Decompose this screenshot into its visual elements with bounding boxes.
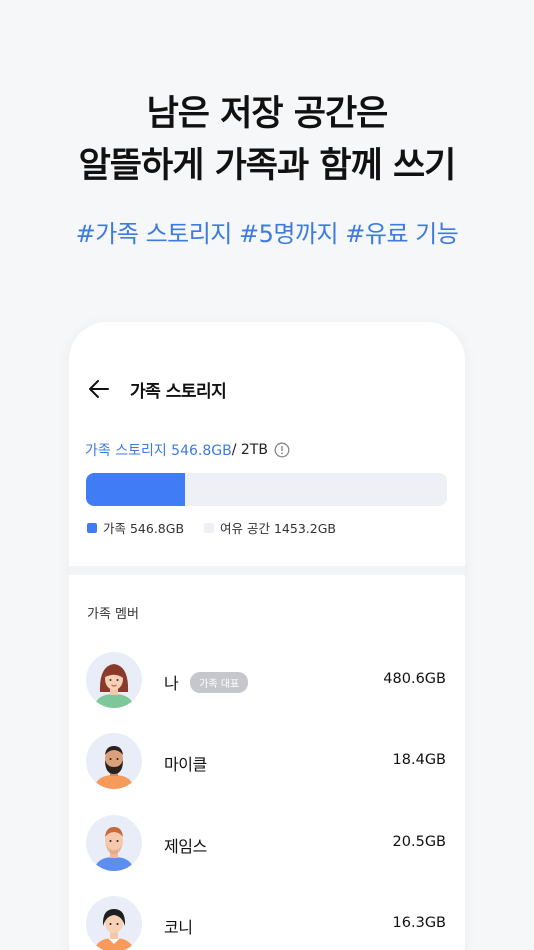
- girl-avatar-icon: [86, 896, 142, 950]
- storage-usage: 가족 스토리지 546.8GB / 2TB: [85, 440, 290, 460]
- member-row-michael[interactable]: 마이클 18.4GB: [69, 733, 465, 793]
- storage-total-label: / 2TB: [231, 442, 268, 458]
- legend-item-family: 가족 546.8GB: [87, 518, 184, 537]
- member-name-row: 코니: [164, 914, 193, 938]
- bearded-man-avatar-icon: [86, 733, 142, 789]
- member-row-me[interactable]: 나 가족 대표 480.6GB: [69, 652, 465, 712]
- member-usage: 18.4GB: [392, 752, 446, 768]
- member-name: 나: [164, 674, 179, 693]
- member-usage: 16.3GB: [392, 915, 446, 931]
- member-name: 마이클: [164, 755, 207, 774]
- storage-used-label: 가족 스토리지 546.8GB: [85, 443, 232, 459]
- phone-screen: 가족 스토리지 가족 스토리지 546.8GB / 2TB 가족 546.8GB…: [69, 322, 465, 950]
- member-row-james[interactable]: 제임스 20.5GB: [69, 815, 465, 875]
- promo-headline: 남은 저장 공간은 알뜰하게 가족과 함께 쓰기: [0, 88, 534, 192]
- member-usage: 20.5GB: [392, 834, 446, 850]
- woman-avatar-icon: [86, 652, 142, 708]
- family-owner-badge: 가족 대표: [190, 671, 249, 693]
- member-name: 코니: [164, 918, 193, 937]
- member-name: 제임스: [164, 837, 207, 856]
- storage-progress-bar: [86, 473, 447, 506]
- man-avatar-icon: [86, 815, 142, 871]
- members-section-label: 가족 멤버: [87, 607, 139, 622]
- member-name-row: 나 가족 대표: [164, 670, 249, 694]
- member-row-connie[interactable]: 코니 16.3GB: [69, 896, 465, 950]
- storage-legend: 가족 546.8GB 여유 공간 1453.2GB: [87, 518, 356, 537]
- legend-swatch-family: [87, 522, 97, 533]
- member-usage: 480.6GB: [383, 671, 446, 687]
- headline-line-1: 남은 저장 공간은: [146, 94, 389, 134]
- legend-label-family: 가족 546.8GB: [103, 521, 185, 536]
- storage-progress-fill: [86, 473, 185, 506]
- legend-label-free: 여유 공간 1453.2GB: [220, 521, 336, 536]
- section-divider: [69, 566, 465, 575]
- arrow-left-icon[interactable]: [87, 377, 111, 401]
- page-title: 가족 스토리지: [130, 382, 227, 402]
- member-name-row: 제임스: [164, 833, 207, 857]
- info-icon[interactable]: [274, 442, 290, 458]
- member-name-row: 마이클: [164, 751, 207, 775]
- app-bar: 가족 스토리지: [69, 372, 465, 406]
- promo-tags: #가족 스토리지 #5명까지 #유료 기능: [75, 220, 459, 248]
- legend-swatch-free: [204, 522, 215, 533]
- headline-line-2: 알뜰하게 가족과 함께 쓰기: [78, 146, 457, 186]
- legend-item-free: 여유 공간 1453.2GB: [204, 518, 336, 537]
